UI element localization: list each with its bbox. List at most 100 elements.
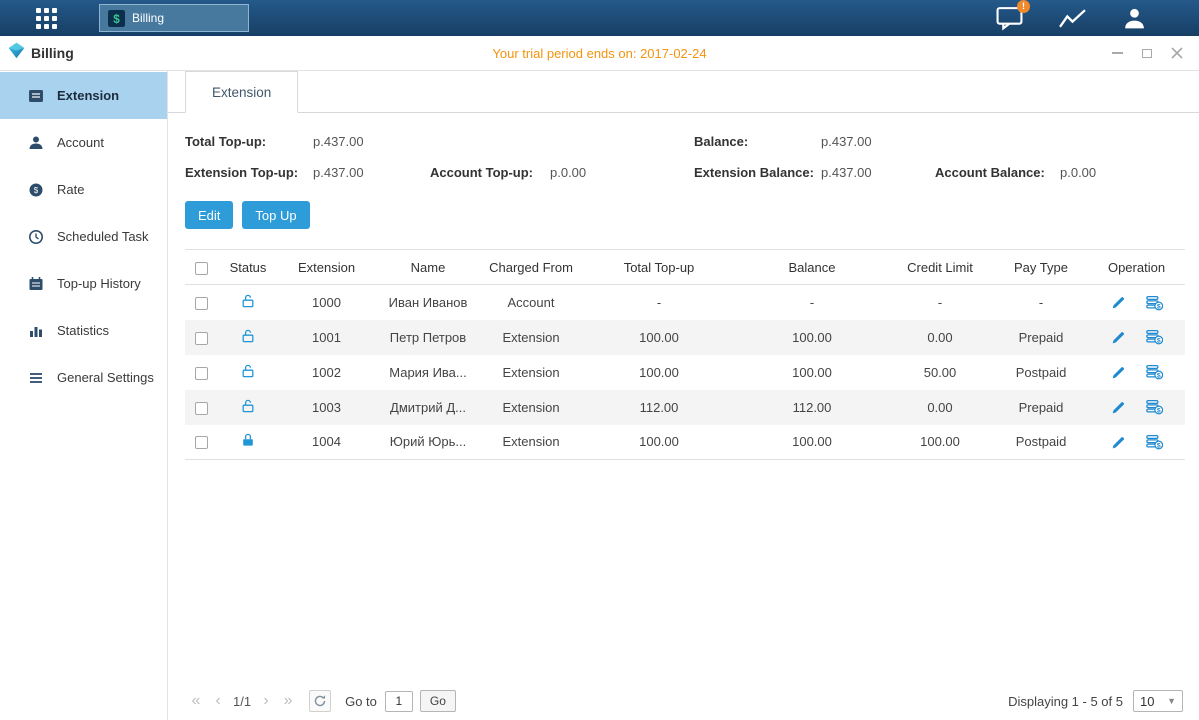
row-checkbox[interactable] [195, 332, 208, 345]
sidebar-item-account[interactable]: Account [0, 119, 167, 166]
extension-cell: 1001 [279, 320, 374, 355]
col-pay-type: Pay Type [994, 250, 1088, 285]
topup-row-icon[interactable] [1146, 399, 1163, 415]
svg-text:$: $ [113, 12, 120, 25]
account-topup-label: Account Top-up: [430, 157, 550, 188]
last-page-button[interactable]: » [277, 692, 299, 710]
sidebar-item-label: Account [57, 135, 104, 150]
account-balance-value: p.0.00 [1060, 157, 1199, 188]
page-size-value: 10 [1140, 694, 1154, 709]
next-page-button[interactable]: › [255, 692, 277, 710]
sidebar-item-scheduled-task[interactable]: Scheduled Task [0, 213, 167, 260]
total-topup-cell: 100.00 [580, 320, 738, 355]
extension-cell: 1000 [279, 285, 374, 320]
total-topup-label: Total Top-up: [185, 126, 313, 157]
table-row[interactable]: 1004 Юрий Юрь... Extension 100.00 100.00… [185, 425, 1185, 460]
status-lock-icon [240, 398, 256, 414]
topup-row-icon[interactable] [1146, 329, 1163, 345]
col-extension: Extension [279, 250, 374, 285]
balance-cell: 100.00 [738, 320, 886, 355]
sidebar-item-label: Statistics [57, 323, 109, 338]
chevron-down-icon: ▼ [1167, 696, 1176, 706]
table-row[interactable]: 1000 Иван Иванов Account - - - - [185, 285, 1185, 320]
col-status: Status [217, 250, 279, 285]
extension-cell: 1003 [279, 390, 374, 425]
select-all-checkbox[interactable] [195, 262, 208, 275]
sidebar-item-general-settings[interactable]: General Settings [0, 354, 167, 401]
extension-topup-label: Extension Top-up: [185, 157, 313, 188]
table-row[interactable]: 1002 Мария Ива... Extension 100.00 100.0… [185, 355, 1185, 390]
window-titlebar: Billing Your trial period ends on: 2017-… [0, 36, 1199, 71]
clock-icon [28, 229, 44, 245]
sidebar-item-extension[interactable]: Extension [0, 72, 167, 119]
table-row[interactable]: 1001 Петр Петров Extension 100.00 100.00… [185, 320, 1185, 355]
tab-extension[interactable]: Extension [185, 71, 298, 113]
prev-page-button[interactable]: ‹ [207, 692, 229, 710]
total-topup-cell: 100.00 [580, 425, 738, 460]
edit-button[interactable]: Edit [185, 201, 233, 229]
row-checkbox[interactable] [195, 297, 208, 310]
topbar-right: ! [996, 6, 1147, 31]
name-cell: Иван Иванов [374, 285, 482, 320]
extension-balance-value: p.437.00 [821, 157, 935, 188]
messages-icon[interactable]: ! [996, 6, 1023, 31]
edit-row-icon[interactable] [1111, 330, 1126, 345]
edit-row-icon[interactable] [1111, 365, 1126, 380]
edit-row-icon[interactable] [1111, 435, 1126, 450]
main-panel: Extension Total Top-up: p.437.00 Balance… [168, 71, 1199, 720]
table-row[interactable]: 1003 Дмитрий Д... Extension 112.00 112.0… [185, 390, 1185, 425]
user-account-icon[interactable] [1122, 6, 1147, 31]
refresh-icon[interactable] [309, 690, 331, 712]
row-checkbox[interactable] [195, 367, 208, 380]
taskbar-billing-button[interactable]: $ Billing [99, 4, 249, 32]
minimize-button[interactable] [1111, 47, 1123, 59]
statistics-chart-icon[interactable] [1059, 7, 1086, 30]
charged-from-cell: Extension [482, 390, 580, 425]
extensions-table: Status Extension Name Charged From Total… [185, 249, 1185, 460]
apps-grid-icon[interactable] [36, 8, 57, 29]
topup-row-icon[interactable] [1146, 364, 1163, 380]
row-checkbox[interactable] [195, 402, 208, 415]
sidebar-item-rate[interactable]: $ Rate [0, 166, 167, 213]
balance-cell: 100.00 [738, 425, 886, 460]
credit-limit-cell: 100.00 [886, 425, 994, 460]
edit-row-icon[interactable] [1111, 295, 1126, 310]
maximize-button[interactable] [1141, 47, 1153, 59]
total-topup-cell: - [580, 285, 738, 320]
sidebar-item-statistics[interactable]: Statistics [0, 307, 167, 354]
go-button[interactable]: Go [420, 690, 456, 712]
balance-label: Balance: [694, 126, 821, 157]
close-button[interactable] [1171, 47, 1183, 59]
displaying-info: Displaying 1 - 5 of 5 [1008, 694, 1123, 709]
balance-cell: 100.00 [738, 355, 886, 390]
topup-row-icon[interactable] [1146, 295, 1163, 311]
sidebar: Extension Account $ Rate Scheduled Task … [0, 71, 168, 720]
goto-page-input[interactable] [385, 691, 413, 712]
col-charged-from: Charged From [482, 250, 580, 285]
topup-row-icon[interactable] [1146, 434, 1163, 450]
window-title: Billing [31, 45, 74, 61]
sidebar-item-label: Extension [57, 88, 119, 103]
col-operation: Operation [1088, 250, 1185, 285]
extension-cell: 1002 [279, 355, 374, 390]
name-cell: Мария Ива... [374, 355, 482, 390]
row-checkbox[interactable] [195, 436, 208, 449]
extension-topup-value: p.437.00 [313, 157, 430, 188]
page-size-select[interactable]: 10 ▼ [1133, 690, 1183, 712]
col-credit-limit: Credit Limit [886, 250, 994, 285]
charged-from-cell: Extension [482, 320, 580, 355]
pay-type-cell: Prepaid [994, 320, 1088, 355]
top-up-button[interactable]: Top Up [242, 201, 309, 229]
first-page-button[interactable]: « [185, 692, 207, 710]
trial-notice: Your trial period ends on: 2017-02-24 [0, 46, 1199, 61]
col-total-topup: Total Top-up [580, 250, 738, 285]
sidebar-item-label: Scheduled Task [57, 229, 149, 244]
pay-type-cell: Postpaid [994, 355, 1088, 390]
edit-row-icon[interactable] [1111, 400, 1126, 415]
extension-cell: 1004 [279, 425, 374, 460]
extension-balance-label: Extension Balance: [694, 157, 821, 188]
sidebar-item-topup-history[interactable]: Top-up History [0, 260, 167, 307]
name-cell: Петр Петров [374, 320, 482, 355]
name-cell: Дмитрий Д... [374, 390, 482, 425]
status-lock-icon [240, 432, 256, 448]
